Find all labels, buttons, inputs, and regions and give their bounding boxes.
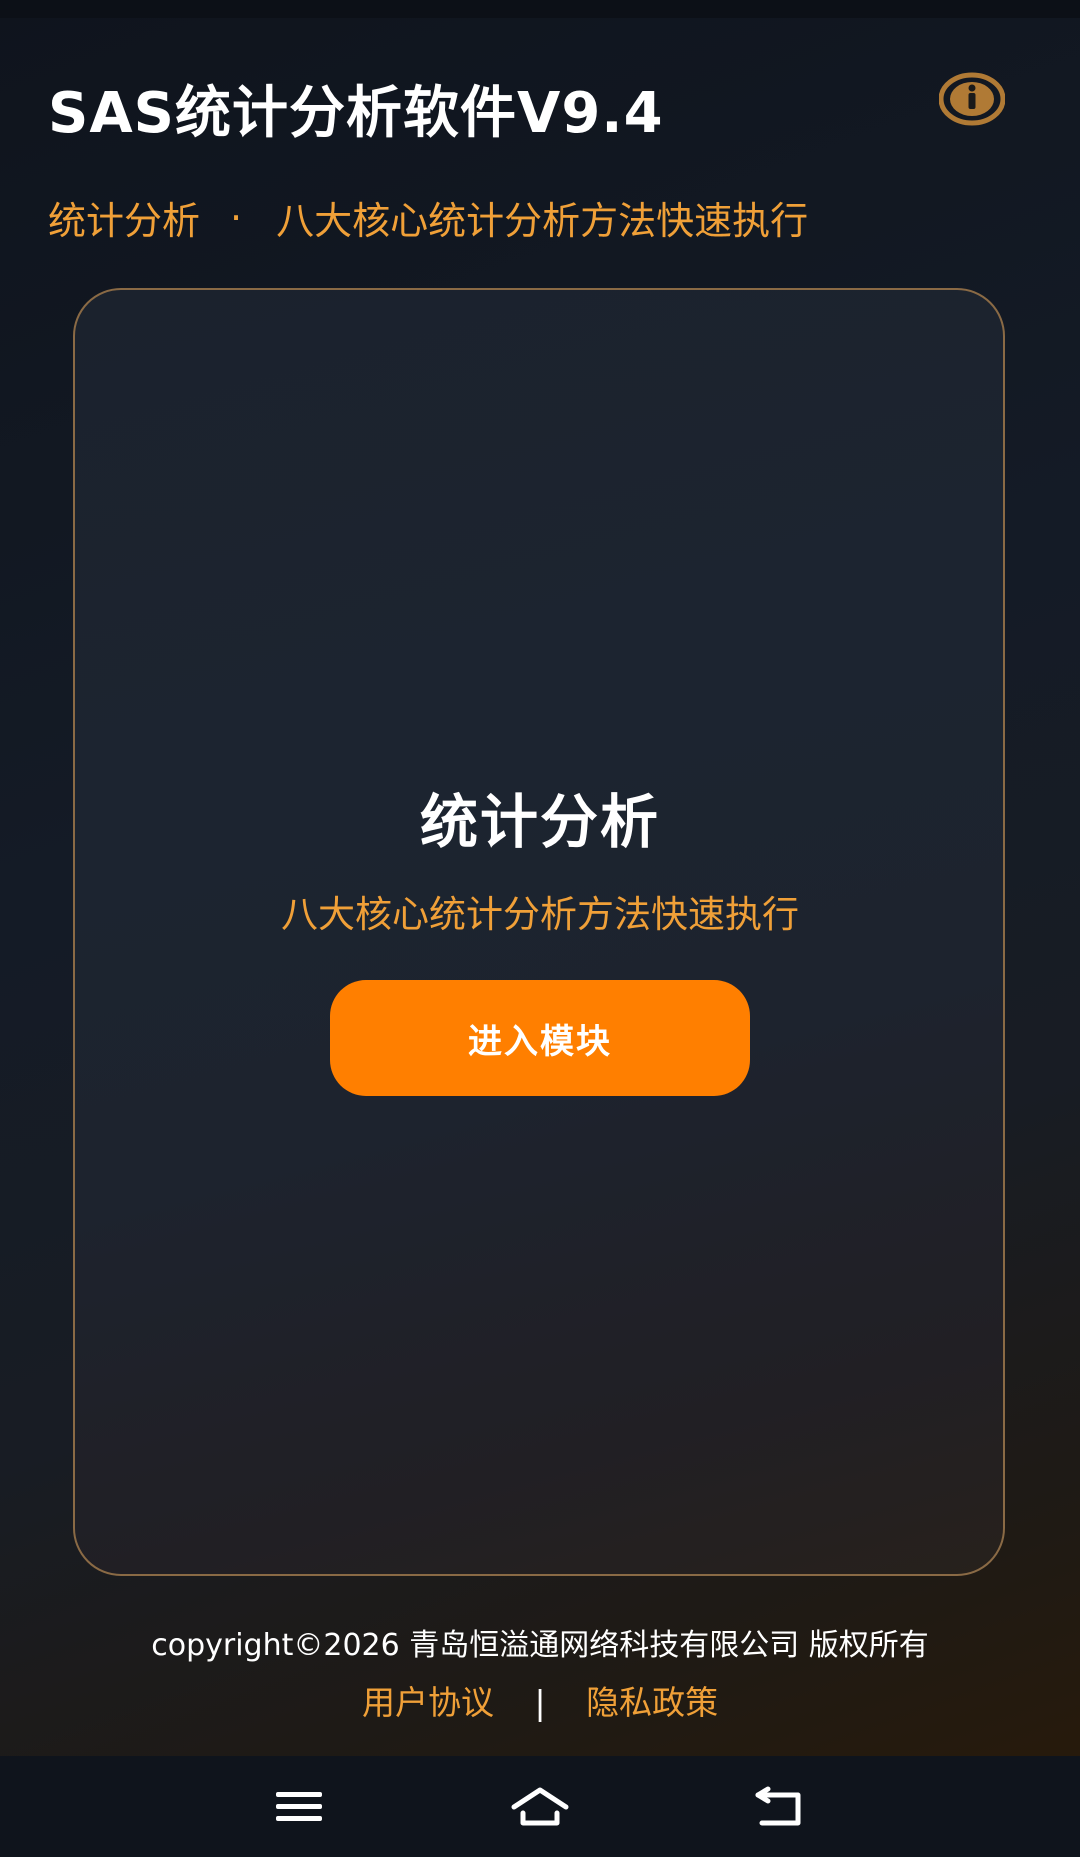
status-bar [0,0,1080,18]
privacy-policy-link[interactable]: 隐私政策 [586,1683,718,1722]
footer-links: 用户协议 | 隐私政策 [0,1676,1080,1724]
tagline-category: 统计分析 [48,199,201,243]
card-title: 统计分析 [419,788,660,856]
system-nav-bar [0,1756,1080,1857]
tagline: 统计分析 · 八大核心统计分析方法快速执行 [48,190,808,245]
home-icon [510,1785,570,1833]
app-title: SAS统计分析软件V9.4 [48,81,664,146]
tagline-description: 八大核心统计分析方法快速执行 [276,199,809,243]
back-icon [754,1785,806,1833]
menu-button[interactable] [254,1774,344,1844]
tagline-separator: · [230,195,243,240]
home-button[interactable] [495,1774,585,1844]
back-button[interactable] [735,1774,825,1844]
copyright-text: copyright©2026 青岛恒溢通网络科技有限公司 版权所有 [151,1628,929,1663]
info-button[interactable] [938,72,1006,130]
user-agreement-link[interactable]: 用户协议 [362,1683,494,1722]
info-circle-icon [938,72,1006,130]
card-subtitle: 八大核心统计分析方法快速执行 [281,893,799,936]
footer-separator: | [534,1683,546,1722]
enter-module-button[interactable]: 进入模块 [330,980,750,1096]
menu-icon [274,1787,324,1831]
